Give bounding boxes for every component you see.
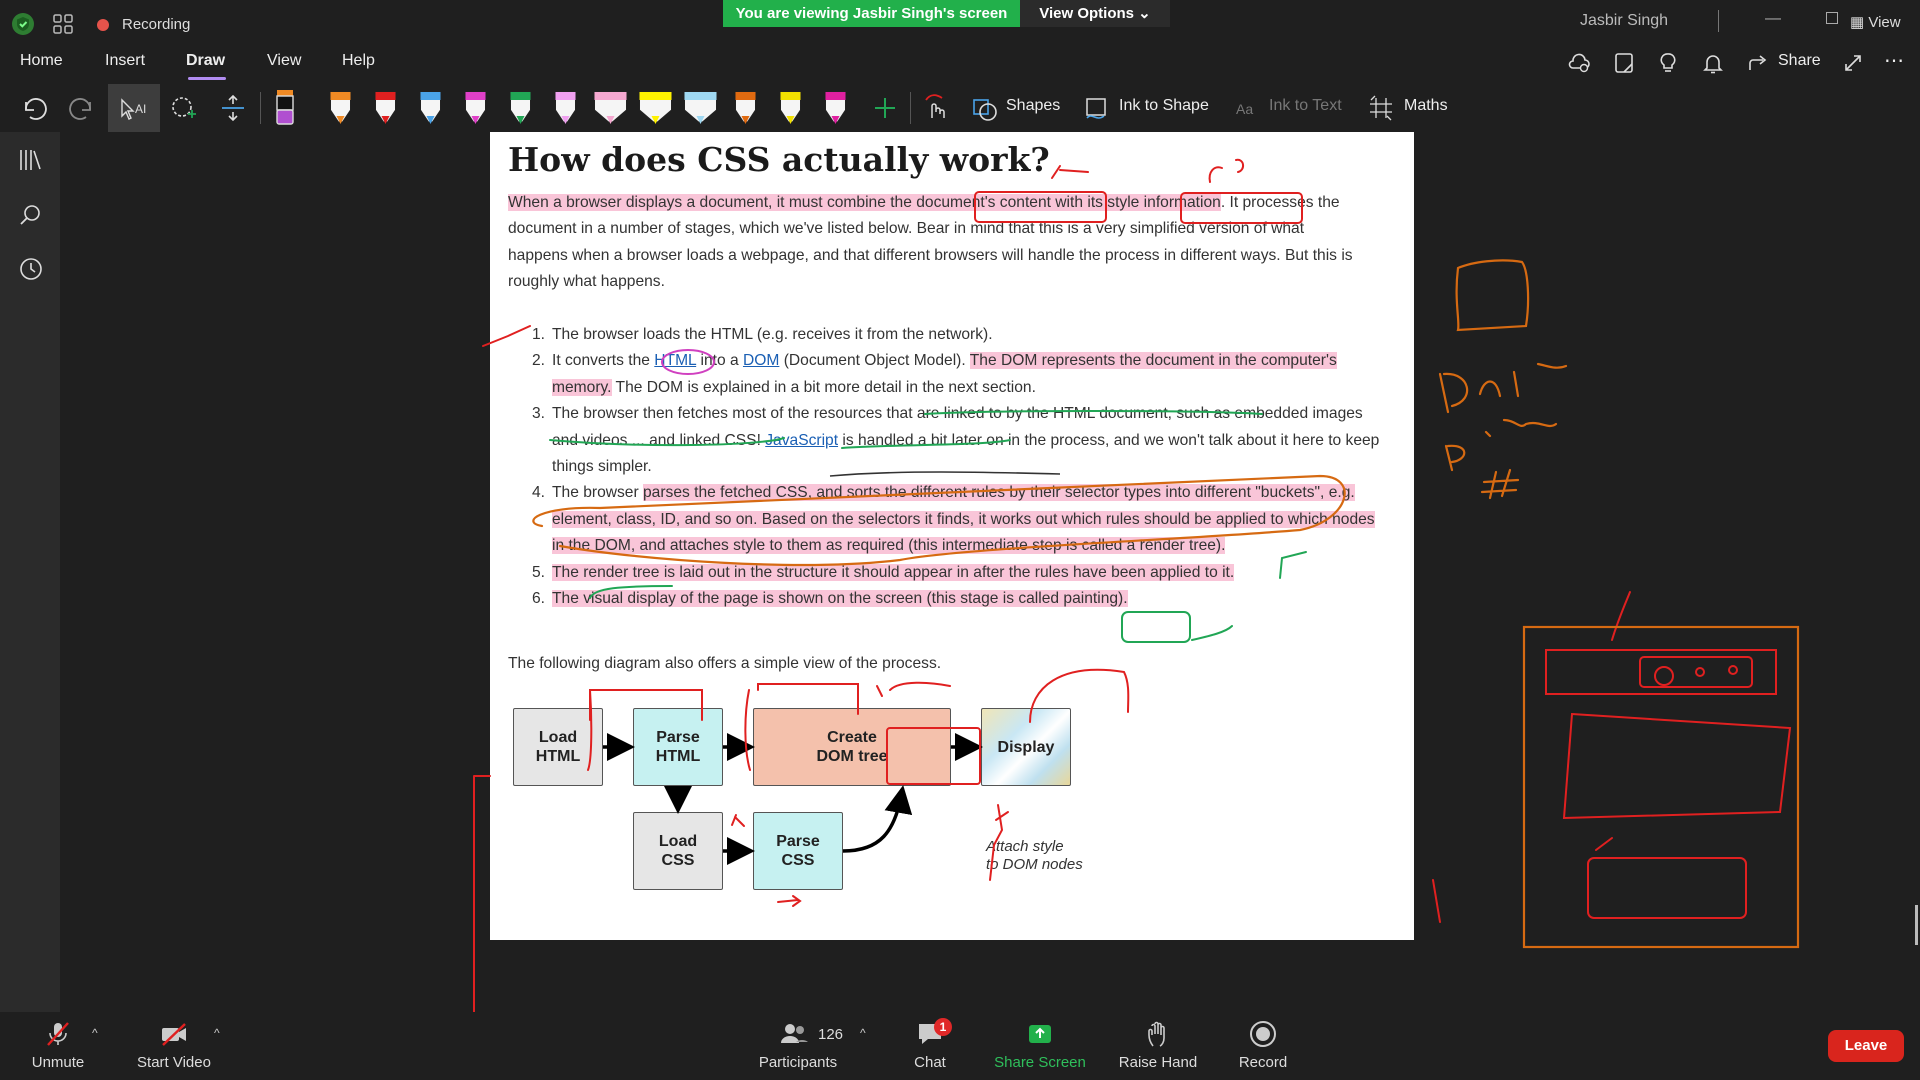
pen-8-icon[interactable] xyxy=(639,91,672,124)
share-icon[interactable] xyxy=(1745,50,1771,76)
notebooks-library-icon[interactable] xyxy=(18,147,44,173)
divider xyxy=(1718,10,1719,32)
svg-text:Aa: Aa xyxy=(1236,101,1253,117)
record-label: Record xyxy=(1238,1054,1288,1071)
search-icon[interactable] xyxy=(18,202,44,228)
record-icon xyxy=(1250,1021,1276,1047)
bell-icon[interactable] xyxy=(1700,50,1726,76)
add-pen-icon[interactable] xyxy=(870,88,900,128)
diagram-arrows xyxy=(603,733,983,865)
ink-to-shape-icon[interactable] xyxy=(1082,88,1112,128)
menu-insert[interactable]: Insert xyxy=(105,52,145,70)
audio-options-chevron-icon[interactable]: ^ xyxy=(92,1026,98,1040)
draw-toolbar: AI Shapes Ink to Shape Aa Ink to Text Ma… xyxy=(0,84,1920,132)
maths-icon[interactable] xyxy=(1366,88,1396,128)
start-video-button[interactable]: Start Video xyxy=(126,1020,222,1076)
viewing-screen-banner: You are viewing Jasbir Singh's screen xyxy=(723,0,1020,27)
chat-unread-badge: 1 xyxy=(934,1018,952,1036)
participants-options-chevron-icon[interactable]: ^ xyxy=(860,1026,866,1040)
recording-label: Recording xyxy=(122,16,191,33)
divider xyxy=(260,92,261,124)
pen-2-icon[interactable] xyxy=(375,91,396,124)
vertical-scrollbar[interactable] xyxy=(1915,905,1918,945)
title-bar: Recording You are viewing Jasbir Singh's… xyxy=(0,0,1920,44)
start-video-label: Start Video xyxy=(137,1054,211,1071)
pen-6-icon[interactable] xyxy=(555,91,576,124)
pen-9-icon[interactable] xyxy=(684,91,717,124)
divider xyxy=(910,92,911,124)
meeting-controls-bar: Unmute ^ Start Video ^ Participants 126 … xyxy=(0,1012,1920,1080)
leave-button[interactable]: Leave xyxy=(1828,1030,1904,1062)
lightbulb-icon[interactable] xyxy=(1655,50,1681,76)
microphone-muted-icon xyxy=(47,1022,69,1046)
pasted-document-page[interactable]: How does CSS actually work? When a brows… xyxy=(490,132,1414,940)
sync-cloud-icon[interactable] xyxy=(1566,50,1592,76)
fullscreen-icon[interactable] xyxy=(1840,50,1866,76)
menu-help[interactable]: Help xyxy=(342,52,375,70)
unmute-label: Unmute xyxy=(31,1054,85,1071)
pen-12-icon[interactable] xyxy=(825,91,846,124)
share-screen-button[interactable]: Share Screen xyxy=(992,1020,1088,1076)
view-options-button[interactable]: View Options ⌄ xyxy=(1020,0,1170,27)
highlighter-pen-orange-purple[interactable] xyxy=(270,88,300,128)
pen-4-icon[interactable] xyxy=(465,91,486,124)
ink-to-text-icon: Aa xyxy=(1236,101,1253,117)
security-shield-icon[interactable] xyxy=(12,13,34,35)
notebook-icon[interactable] xyxy=(1611,50,1637,76)
apps-grid-icon[interactable] xyxy=(53,14,73,34)
pen-11-icon[interactable] xyxy=(780,91,801,124)
chat-button[interactable]: Chat xyxy=(882,1020,978,1076)
chat-label: Chat xyxy=(914,1054,946,1071)
lasso-select-icon[interactable] xyxy=(168,88,198,128)
pen-3-icon[interactable] xyxy=(420,91,441,124)
view-label: View xyxy=(1868,14,1901,31)
menu-view[interactable]: View xyxy=(267,52,301,70)
participants-icon xyxy=(781,1024,808,1043)
raise-hand-button[interactable]: Raise Hand xyxy=(1110,1020,1206,1076)
maths-button[interactable]: Maths xyxy=(1404,97,1448,115)
raise-hand-label: Raise Hand xyxy=(1118,1054,1198,1071)
view-options-label: View Options xyxy=(1039,5,1134,22)
touch-draw-icon[interactable] xyxy=(920,88,950,128)
ink-to-shape-button[interactable]: Ink to Shape xyxy=(1119,97,1209,115)
left-navigation-rail xyxy=(0,132,60,1012)
record-button[interactable]: Record xyxy=(1215,1020,1311,1076)
user-name: Jasbir Singh xyxy=(1580,12,1669,29)
undo-icon[interactable] xyxy=(18,88,48,128)
select-text-icon[interactable]: AI xyxy=(118,88,150,128)
menu-home[interactable]: Home xyxy=(20,52,63,70)
shapes-icon[interactable] xyxy=(970,88,1000,128)
menu-bar: Home Insert Draw View Help Share ⋯ xyxy=(0,44,1920,84)
pen-10-icon[interactable] xyxy=(735,91,756,124)
more-options-icon[interactable]: ⋯ xyxy=(1884,48,1904,73)
active-tab-indicator xyxy=(188,77,226,80)
minimize-icon[interactable]: — xyxy=(1765,10,1781,28)
chevron-down-icon: ⌄ xyxy=(1138,5,1151,22)
participants-count: 126 xyxy=(818,1026,844,1043)
share-screen-icon xyxy=(1029,1025,1051,1043)
restore-window-icon[interactable] xyxy=(1826,12,1838,24)
pen-1-icon[interactable] xyxy=(330,91,351,124)
menu-draw[interactable]: Draw xyxy=(186,52,225,70)
shapes-button[interactable]: Shapes xyxy=(1006,97,1060,115)
video-options-chevron-icon[interactable]: ^ xyxy=(214,1026,220,1040)
share-button[interactable]: Share xyxy=(1778,52,1821,70)
recording-dot-icon xyxy=(97,19,109,31)
pen-7-icon[interactable] xyxy=(594,91,627,124)
camera-off-icon xyxy=(162,1023,186,1046)
pen-set[interactable] xyxy=(318,88,858,128)
view-menu-button[interactable]: ▦ View xyxy=(1850,13,1901,31)
pen-5-icon[interactable] xyxy=(510,91,531,124)
redo-icon[interactable] xyxy=(68,88,98,128)
participants-label: Participants xyxy=(758,1054,838,1071)
ink-to-text-button: Ink to Text xyxy=(1269,97,1342,114)
svg-text:AI: AI xyxy=(135,102,146,116)
recent-history-icon[interactable] xyxy=(18,256,44,282)
add-space-icon[interactable] xyxy=(218,88,248,128)
share-screen-label: Share Screen xyxy=(994,1054,1086,1071)
grid-view-icon: ▦ xyxy=(1850,14,1865,31)
raise-hand-icon xyxy=(1148,1021,1165,1047)
